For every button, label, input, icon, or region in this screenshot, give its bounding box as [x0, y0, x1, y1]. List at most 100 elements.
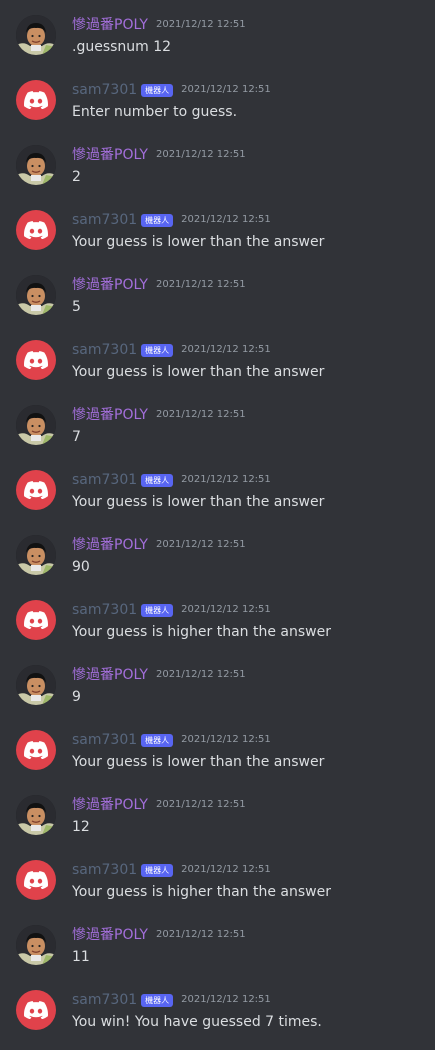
message-header: 慘過番POLY 2021/12/12 12:51 — [72, 665, 246, 685]
message-content: Your guess is higher than the answer — [72, 884, 331, 900]
timestamp[interactable]: 2021/12/12 12:51 — [181, 860, 271, 880]
bot-avatar[interactable] — [16, 860, 56, 900]
user-message: 慘過番POLY 2021/12/12 12:51 9 — [0, 665, 435, 725]
bot-badge: 機器人 — [141, 83, 174, 97]
bot-avatar[interactable] — [16, 730, 56, 770]
chat-messages-list: 慘過番POLY 2021/12/12 12:51 .guessnum 12 sam7… — [0, 0, 435, 1043]
message-content: 7 — [72, 429, 81, 445]
timestamp[interactable]: 2021/12/12 12:51 — [156, 405, 246, 425]
message-header: 慘過番POLY 2021/12/12 12:51 — [72, 145, 246, 165]
message-header: sam7301 機器人 2021/12/12 12:51 — [72, 340, 271, 360]
username[interactable]: 慘過番POLY — [72, 925, 148, 945]
message-content: Your guess is lower than the answer — [72, 234, 325, 250]
user-avatar[interactable] — [16, 535, 56, 575]
message-content: 2 — [72, 169, 81, 185]
username[interactable]: sam7301 — [72, 730, 137, 750]
username[interactable]: 慘過番POLY — [72, 145, 148, 165]
username[interactable]: sam7301 — [72, 470, 137, 490]
user-photo-avatar — [16, 405, 56, 445]
timestamp[interactable]: 2021/12/12 12:51 — [181, 80, 271, 100]
timestamp[interactable]: 2021/12/12 12:51 — [156, 925, 246, 945]
bot-badge: 機器人 — [141, 733, 174, 747]
timestamp[interactable]: 2021/12/12 12:51 — [156, 535, 246, 555]
user-message: 慘過番POLY 2021/12/12 12:51 90 — [0, 535, 435, 595]
bot-avatar[interactable] — [16, 340, 56, 380]
timestamp[interactable]: 2021/12/12 12:51 — [156, 275, 246, 295]
message-header: 慘過番POLY 2021/12/12 12:51 — [72, 535, 246, 555]
bot-message: sam7301 機器人 2021/12/12 12:51 Your guess is … — [0, 470, 435, 530]
user-message: 慘過番POLY 2021/12/12 12:51 12 — [0, 795, 435, 855]
message-header: sam7301 機器人 2021/12/12 12:51 — [72, 470, 271, 490]
user-avatar[interactable] — [16, 275, 56, 315]
bot-avatar[interactable] — [16, 990, 56, 1030]
user-avatar[interactable] — [16, 795, 56, 835]
user-avatar[interactable] — [16, 15, 56, 55]
username[interactable]: sam7301 — [72, 80, 137, 100]
discord-logo-icon — [24, 871, 48, 889]
message-content: Your guess is lower than the answer — [72, 754, 325, 770]
message-header: sam7301 機器人 2021/12/12 12:51 — [72, 80, 271, 100]
username[interactable]: sam7301 — [72, 340, 137, 360]
username[interactable]: sam7301 — [72, 600, 137, 620]
bot-message: sam7301 機器人 2021/12/12 12:51 Your guess is … — [0, 340, 435, 400]
bot-avatar[interactable] — [16, 210, 56, 250]
timestamp[interactable]: 2021/12/12 12:51 — [156, 665, 246, 685]
message-content: 11 — [72, 949, 90, 965]
username[interactable]: 慘過番POLY — [72, 535, 148, 555]
user-avatar[interactable] — [16, 145, 56, 185]
user-photo-avatar — [16, 925, 56, 965]
bot-badge: 機器人 — [141, 473, 174, 487]
user-photo-avatar — [16, 275, 56, 315]
message-header: sam7301 機器人 2021/12/12 12:51 — [72, 600, 271, 620]
timestamp[interactable]: 2021/12/12 12:51 — [156, 15, 246, 35]
bot-badge: 機器人 — [141, 603, 174, 617]
bot-message: sam7301 機器人 2021/12/12 12:51 Your guess is … — [0, 600, 435, 660]
message-content: .guessnum 12 — [72, 39, 172, 55]
timestamp[interactable]: 2021/12/12 12:51 — [156, 795, 246, 815]
user-photo-avatar — [16, 665, 56, 705]
username[interactable]: 慘過番POLY — [72, 275, 148, 295]
username[interactable]: 慘過番POLY — [72, 15, 148, 35]
bot-avatar[interactable] — [16, 470, 56, 510]
username[interactable]: sam7301 — [72, 990, 137, 1010]
message-content: Your guess is lower than the answer — [72, 364, 325, 380]
message-content: 12 — [72, 819, 90, 835]
user-avatar[interactable] — [16, 925, 56, 965]
discord-logo-icon — [24, 351, 48, 369]
bot-badge: 機器人 — [141, 343, 174, 357]
bot-avatar[interactable] — [16, 80, 56, 120]
user-photo-avatar — [16, 15, 56, 55]
bot-message: sam7301 機器人 2021/12/12 12:51 Enter number t… — [0, 80, 435, 140]
bot-avatar[interactable] — [16, 600, 56, 640]
message-content: 5 — [72, 299, 81, 315]
timestamp[interactable]: 2021/12/12 12:51 — [156, 145, 246, 165]
bot-message: sam7301 機器人 2021/12/12 12:51 Your guess is … — [0, 210, 435, 270]
username[interactable]: sam7301 — [72, 210, 137, 230]
message-header: 慘過番POLY 2021/12/12 12:51 — [72, 795, 246, 815]
timestamp[interactable]: 2021/12/12 12:51 — [181, 470, 271, 490]
timestamp[interactable]: 2021/12/12 12:51 — [181, 990, 271, 1010]
user-avatar[interactable] — [16, 405, 56, 445]
bot-badge: 機器人 — [141, 213, 174, 227]
user-message: 慘過番POLY 2021/12/12 12:51 .guessnum 12 — [0, 15, 435, 75]
timestamp[interactable]: 2021/12/12 12:51 — [181, 730, 271, 750]
message-header: 慘過番POLY 2021/12/12 12:51 — [72, 925, 246, 945]
message-header: sam7301 機器人 2021/12/12 12:51 — [72, 860, 271, 880]
message-content: You win! You have guessed 7 times. — [72, 1014, 322, 1030]
username[interactable]: 慘過番POLY — [72, 405, 148, 425]
message-header: 慘過番POLY 2021/12/12 12:51 — [72, 275, 246, 295]
username[interactable]: 慘過番POLY — [72, 665, 148, 685]
username[interactable]: 慘過番POLY — [72, 795, 148, 815]
user-message: 慘過番POLY 2021/12/12 12:51 11 — [0, 925, 435, 985]
discord-logo-icon — [24, 611, 48, 629]
message-header: sam7301 機器人 2021/12/12 12:51 — [72, 730, 271, 750]
username[interactable]: sam7301 — [72, 860, 137, 880]
message-content: Your guess is higher than the answer — [72, 624, 331, 640]
bot-message: sam7301 機器人 2021/12/12 12:51 Your guess is … — [0, 860, 435, 920]
discord-logo-icon — [24, 221, 48, 239]
bot-message: sam7301 機器人 2021/12/12 12:51 You win! You h… — [0, 990, 435, 1050]
timestamp[interactable]: 2021/12/12 12:51 — [181, 210, 271, 230]
timestamp[interactable]: 2021/12/12 12:51 — [181, 340, 271, 360]
user-avatar[interactable] — [16, 665, 56, 705]
timestamp[interactable]: 2021/12/12 12:51 — [181, 600, 271, 620]
